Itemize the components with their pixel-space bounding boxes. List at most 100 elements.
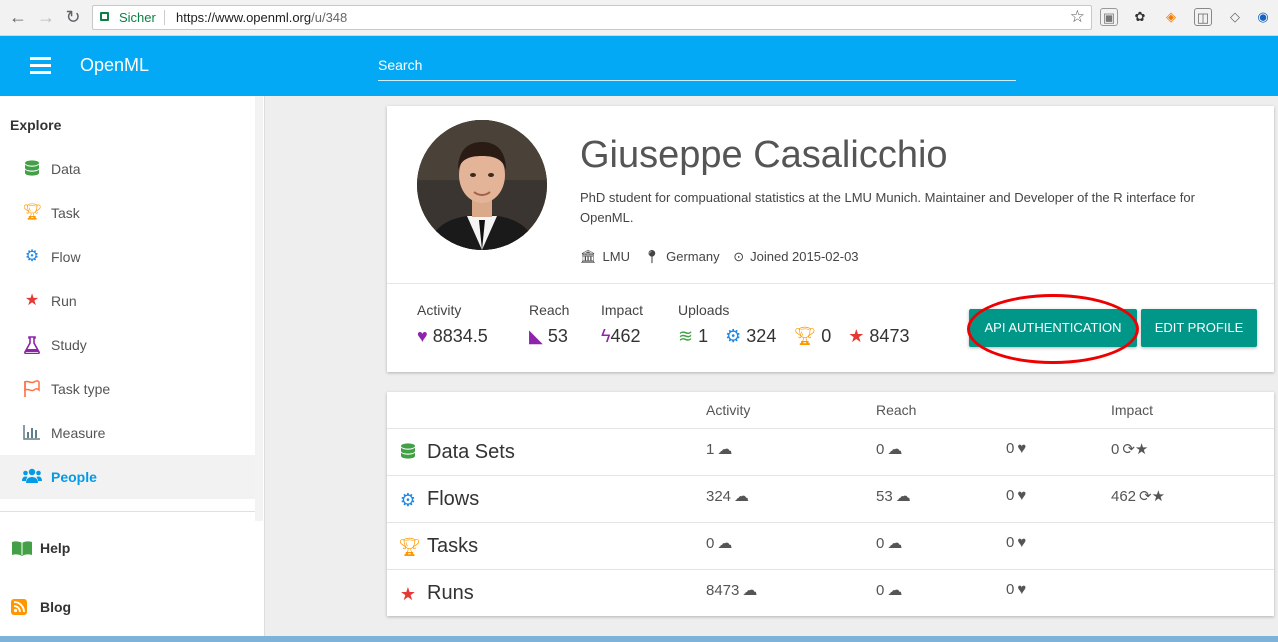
row-name: Flows — [427, 488, 480, 510]
sidebar-item-task-type[interactable]: Task type — [0, 367, 255, 411]
extension-icon[interactable]: ◫ — [1194, 8, 1212, 26]
row-impact: 0 ⟳★ — [1111, 440, 1148, 458]
uploads-value: 0 — [706, 535, 715, 552]
url-host: https://www.openml.org — [176, 10, 312, 25]
sidebar-item-label: Study — [51, 337, 87, 353]
bookmark-star-icon[interactable]: ☆ — [1070, 7, 1085, 27]
url-text[interactable]: https://www.openml.org/u/348 — [176, 10, 347, 25]
reach-value: 53 — [876, 488, 893, 505]
cloud-download-icon: ☁︎ — [887, 441, 903, 458]
divider — [387, 283, 1274, 284]
flag-icon — [22, 380, 42, 398]
stat-impact: Impact ϟ462 — [601, 302, 644, 346]
trophy-icon: 🏆︎ — [22, 204, 43, 221]
browser-toolbar: ← → ↻ Sicher https://www.openml.org/u/34… — [0, 0, 1278, 36]
brand-logo[interactable]: OpenML — [80, 55, 149, 76]
sidebar-item-label: Data — [51, 161, 81, 177]
sidebar-link-blog[interactable]: Blog — [0, 587, 255, 627]
uploads-data-value: 1 — [698, 326, 709, 346]
sidebar-item-label: Flow — [51, 249, 81, 265]
sidebar-item-measure[interactable]: Measure — [0, 411, 255, 455]
table-header-reach: Reach — [876, 402, 917, 418]
sidebar-item-people[interactable]: People — [0, 455, 255, 499]
row-reach: 0 ☁︎ — [876, 581, 902, 599]
impact-value: 462 — [1111, 488, 1137, 505]
heartbeat-icon: ♥ — [417, 326, 428, 346]
uploads-tasks-value: 0 — [821, 326, 832, 346]
sidebar-item-label: People — [51, 469, 97, 485]
stat-label: Impact — [601, 302, 644, 318]
lock-icon — [100, 12, 109, 21]
table-row[interactable]: 🏆︎ Tasks 0 ☁︎ 0 ☁︎ 0 ♥ — [387, 522, 1274, 569]
row-name: Runs — [427, 582, 474, 604]
extension-icon[interactable]: ✿ — [1131, 8, 1149, 26]
bolt-icon: ϟ — [601, 326, 611, 346]
table-row[interactable]: ★ Runs 8473 ☁︎ 0 ☁︎ 0 ♥ — [387, 569, 1274, 616]
search-placeholder: Search — [378, 57, 423, 73]
clock-icon: ⊙ — [733, 249, 745, 264]
sidebar-item-task[interactable]: 🏆︎ Task — [0, 191, 255, 235]
extension-icon[interactable]: ◈ — [1162, 8, 1180, 26]
sidebar-item-run[interactable]: ★ Run — [0, 279, 255, 323]
reload-icon[interactable]: ↻ — [63, 7, 83, 27]
sidebar-item-flow[interactable]: ⚙ Flow — [0, 235, 255, 279]
search-input[interactable]: Search — [378, 55, 1016, 81]
cloud-upload-icon: ☁︎ — [734, 488, 750, 505]
row-likes: 0 ♥ — [1006, 534, 1026, 551]
impact-value: 0 — [1111, 441, 1120, 458]
highlight-circle-annotation — [967, 294, 1139, 364]
table-row[interactable]: ⚙ Flows 324 ☁︎ 53 ☁︎ 0 ♥ 462 ⟳★ — [387, 475, 1274, 522]
profile-joined: Joined 2015-02-03 — [750, 249, 859, 264]
avatar — [417, 120, 547, 250]
institution-icon: 🏛︎ — [580, 249, 597, 264]
stat-label: Activity — [417, 302, 462, 318]
address-bar[interactable]: Sicher https://www.openml.org/u/348 ☆ — [92, 5, 1092, 30]
row-uploads: 0 ☁︎ — [706, 534, 732, 552]
uploads-value: 324 — [706, 488, 732, 505]
sidebar-item-data[interactable]: Data — [0, 147, 255, 191]
uploads-runs-value: 8473 — [869, 326, 910, 346]
stat-label: Reach — [529, 302, 570, 318]
row-impact: 462 ⟳★ — [1111, 487, 1165, 505]
sidebar-link-help[interactable]: Help — [0, 528, 255, 568]
row-reach: 0 ☁︎ — [876, 440, 902, 458]
stat-value: ϟ462 — [601, 326, 641, 347]
profile-country: Germany — [666, 249, 720, 264]
back-icon[interactable]: ← — [8, 7, 28, 27]
table-row[interactable]: Data Sets 1 ☁︎ 0 ☁︎ 0 ♥ 0 ⟳★ — [387, 428, 1274, 475]
likes-value: 0 — [1006, 440, 1015, 457]
reach-value: 53 — [547, 326, 568, 346]
heart-icon: ♥ — [1017, 534, 1027, 551]
uploads-value: 8473 — [706, 582, 740, 599]
stat-activity: Activity ♥ 8834.5 — [417, 302, 488, 346]
cogs-icon: ⚙ — [24, 248, 40, 265]
hamburger-menu-icon[interactable] — [30, 57, 51, 75]
map-marker-icon: 📍︎ — [643, 249, 661, 264]
uploads-value: 1 — [706, 441, 715, 458]
sidebar-item-study[interactable]: Study — [0, 323, 255, 367]
extension-icon[interactable]: ▣ — [1100, 8, 1118, 26]
database-icon — [398, 443, 418, 463]
edit-profile-button[interactable]: EDIT PROFILE — [1141, 309, 1257, 347]
row-name: Data Sets — [427, 441, 515, 463]
extension-icon[interactable]: ◉ — [1254, 8, 1272, 26]
sidebar-item-label: Task — [51, 205, 80, 221]
taskbar-edge — [0, 636, 1278, 642]
reuse-star-icon: ⟳★ — [1139, 488, 1166, 505]
stat-uploads: Uploads ≋ 1 ⚙ 324 🏆︎ 0 ★ 8473 — [678, 302, 909, 346]
cloud-upload-icon: ☁︎ — [742, 582, 758, 599]
forward-icon[interactable]: → — [36, 7, 56, 27]
profile-meta: 🏛︎ LMU 📍︎ Germany ⊙ Joined 2015-02-03 — [580, 249, 865, 265]
stat-reach: Reach ◣ 53 — [529, 302, 570, 346]
stat-value: ≋ 1 ⚙ 324 🏆︎ 0 ★ 8473 — [678, 326, 909, 347]
row-likes: 0 ♥ — [1006, 487, 1026, 504]
cloud-upload-icon: ☁︎ — [717, 441, 733, 458]
bar-chart-icon — [22, 424, 42, 442]
sidebar-scrollbar[interactable] — [255, 96, 263, 521]
extension-icon[interactable]: ◇ — [1226, 8, 1244, 26]
row-likes: 0 ♥ — [1006, 581, 1026, 598]
row-uploads: 324 ☁︎ — [706, 487, 749, 505]
sidebar-item-label: Measure — [51, 425, 106, 441]
sidebar-link-label: Blog — [40, 599, 72, 615]
table-header-impact: Impact — [1111, 402, 1154, 418]
